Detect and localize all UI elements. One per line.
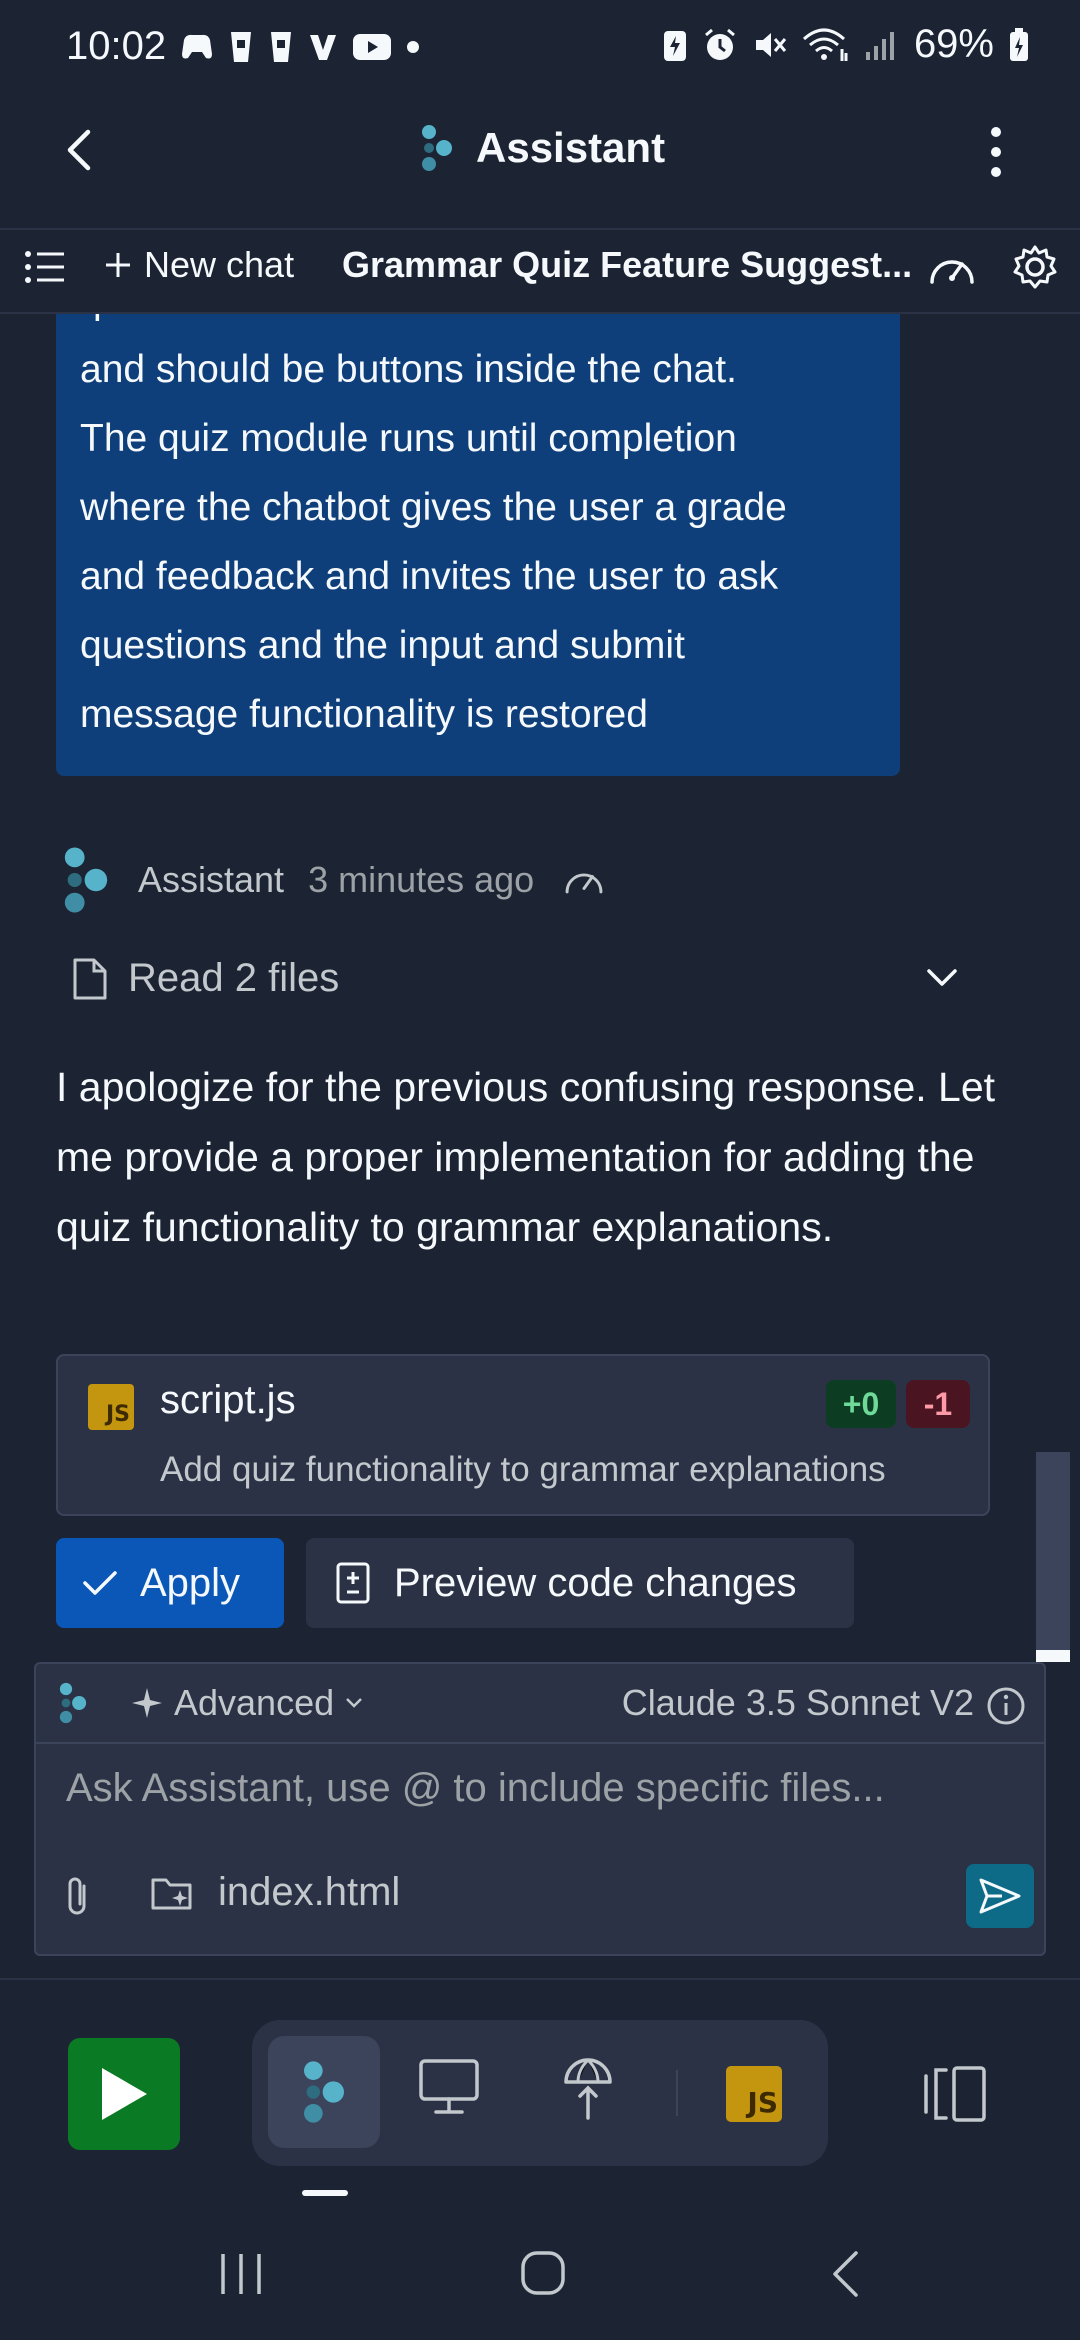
page-title: Assistant — [476, 124, 666, 171]
assistant-avatar-icon — [64, 847, 108, 913]
cup-icon — [271, 32, 291, 62]
model-selector[interactable]: Claude 3.5 Sonnet V2 — [622, 1682, 974, 1724]
file-icon — [73, 958, 107, 999]
mode-label: Advanced — [174, 1682, 335, 1723]
read-files-label: Read 2 files — [128, 956, 340, 1000]
active-tool-indicator — [302, 2190, 348, 2196]
read-files-toggle[interactable]: Read 2 files — [72, 956, 339, 1001]
assistant-tool-button[interactable] — [268, 2036, 380, 2148]
folder-add-icon — [151, 1878, 192, 1909]
divider — [0, 1978, 1080, 1980]
speedometer-icon — [565, 873, 603, 894]
chevron-down-icon — [346, 1698, 363, 1708]
preview-code-changes-button[interactable]: Preview code changes — [306, 1538, 854, 1628]
home-button[interactable] — [520, 2250, 566, 2296]
list-icon — [25, 251, 64, 283]
assistant-logo — [58, 1682, 88, 1724]
layout-icon — [924, 2066, 986, 2122]
back-arrow-icon — [67, 129, 91, 171]
message-input[interactable]: Ask Assistant, use @ to include specific… — [66, 1766, 885, 1811]
assistant-author: Assistant — [138, 859, 285, 900]
file-change-card[interactable]: JS script.js +0 -1 Add quiz functionalit… — [56, 1354, 990, 1516]
chat-list-button[interactable] — [24, 250, 66, 284]
model-info-button[interactable] — [986, 1686, 1026, 1726]
user-message-text: question should have a b c d answers and… — [80, 300, 787, 736]
back-button[interactable] — [56, 126, 104, 174]
paperclip-icon — [68, 1877, 86, 1915]
play-icon — [102, 2068, 147, 2120]
battery-icon — [1010, 27, 1028, 61]
assistant-logo-icon — [422, 125, 452, 171]
apply-label: Apply — [140, 1560, 241, 1605]
back-chevron-icon — [833, 2251, 858, 2297]
new-chat-button[interactable]: New chat — [104, 244, 294, 286]
tab-current-chat[interactable]: Grammar Quiz Feature Suggest... — [342, 244, 912, 286]
mode-selector[interactable]: Advanced — [130, 1682, 364, 1724]
kebab-menu-icon — [991, 127, 1001, 177]
user-message-bubble: question should have a b c d answers and… — [56, 300, 900, 776]
js-file-icon: JS — [88, 1384, 134, 1430]
assistant-logo-icon — [304, 2061, 344, 2123]
more-options-button[interactable] — [976, 124, 1016, 180]
youtube-icon — [353, 34, 391, 60]
cup-icon — [231, 32, 251, 62]
expand-files-button[interactable] — [926, 968, 958, 988]
home-icon — [521, 2251, 565, 2295]
battery-saver-icon — [663, 30, 686, 61]
new-chat-label: New chat — [144, 244, 295, 285]
message-composer: Advanced Claude 3.5 Sonnet V2 Ask Assist… — [34, 1662, 1046, 1956]
layout-toggle-button[interactable] — [922, 2064, 988, 2124]
run-button[interactable] — [68, 2038, 180, 2150]
signal-icon — [865, 31, 894, 60]
gear-icon — [1013, 245, 1057, 289]
context-file-chip[interactable]: index.html — [150, 1870, 400, 1915]
message-timestamp: 3 minutes ago — [308, 859, 535, 900]
battery-percent: 69% — [913, 22, 994, 66]
scrollbar-thumb[interactable] — [1036, 1650, 1070, 1662]
assistant-reply-text: I apologize for the previous confusing r… — [56, 1064, 996, 1250]
speedometer-icon — [930, 260, 974, 284]
recents-icon — [221, 2254, 261, 2294]
preview-label: Preview code changes — [394, 1560, 797, 1605]
monitor-icon — [419, 2059, 479, 2114]
scrollbar-track[interactable] — [1036, 1452, 1070, 1660]
dot-icon — [407, 41, 419, 53]
speed-mode-button[interactable] — [926, 248, 978, 288]
sparkle-icon — [132, 1688, 162, 1718]
settings-button[interactable] — [1012, 244, 1058, 290]
file-change-description: Add quiz functionality to grammar explan… — [160, 1450, 886, 1489]
attach-button[interactable] — [60, 1874, 94, 1918]
lines-added-badge: +0 — [826, 1380, 896, 1428]
game-controller-icon — [182, 34, 212, 59]
send-icon — [979, 1878, 1021, 1914]
status-notification-icons — [180, 30, 420, 64]
assistant-logo-icon — [59, 1682, 87, 1724]
header-title-group: Assistant — [420, 124, 665, 172]
js-file-tab-button[interactable]: JS — [726, 2066, 782, 2122]
check-icon — [83, 1571, 117, 1595]
recent-apps-button[interactable] — [218, 2252, 264, 2296]
toolbar-separator — [676, 2070, 678, 2116]
chevron-down-icon — [927, 969, 957, 986]
wifi-icon — [802, 28, 848, 61]
plus-icon — [106, 253, 130, 277]
status-time: 10:02 — [66, 24, 167, 68]
lines-removed-badge: -1 — [906, 1380, 970, 1428]
assistant-message-header: Assistant 3 minutes ago — [62, 846, 606, 914]
webview-tool-button[interactable] — [418, 2058, 480, 2116]
diff-icon — [336, 1562, 370, 1604]
file-name: script.js — [160, 1378, 296, 1422]
status-system-icons: 69% — [662, 22, 1030, 67]
info-icon — [987, 1687, 1025, 1725]
mute-icon — [755, 32, 787, 57]
apply-button[interactable]: Apply — [56, 1538, 284, 1628]
system-back-button[interactable] — [830, 2250, 860, 2298]
v-app-icon — [310, 35, 336, 60]
deploy-tool-button[interactable] — [562, 2054, 614, 2120]
context-file-name: index.html — [218, 1870, 401, 1914]
alarm-icon — [704, 28, 735, 60]
deploy-icon — [564, 2058, 612, 2120]
send-button[interactable] — [966, 1864, 1034, 1928]
